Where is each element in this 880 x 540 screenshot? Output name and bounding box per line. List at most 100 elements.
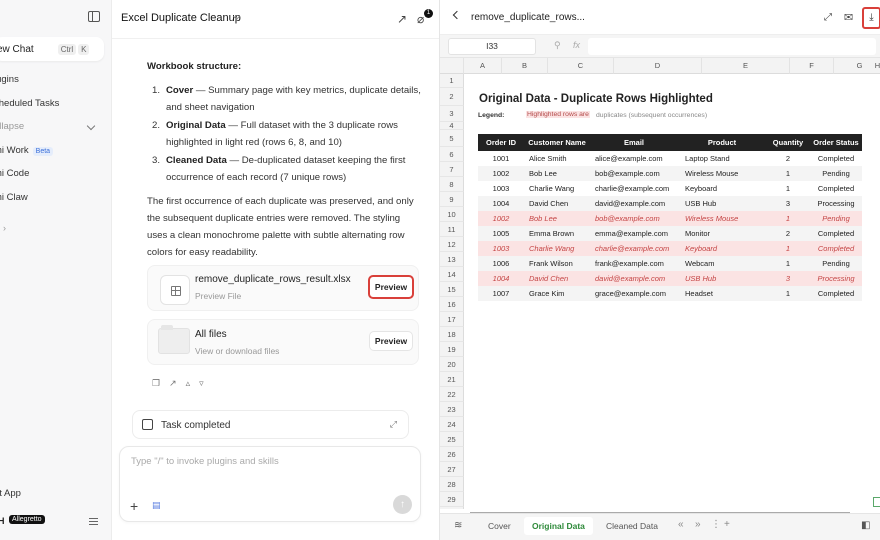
table-cell[interactable]: emma@example.com	[590, 226, 678, 241]
table-cell[interactable]: david@example.com	[590, 196, 678, 211]
table-cell[interactable]: Emma Brown	[524, 226, 590, 241]
thumbs-up-icon[interactable]: ▵	[186, 378, 191, 389]
table-cell[interactable]: Bob Lee	[524, 166, 590, 181]
table-cell[interactable]: Pending	[810, 256, 862, 271]
sidebar-item-work[interactable]: mi WorkBeta	[0, 145, 54, 156]
menu-icon[interactable]	[89, 518, 98, 525]
thumbs-down-icon[interactable]: ▿	[199, 378, 204, 389]
row-header[interactable]: 29	[440, 492, 464, 507]
preview-button[interactable]: Preview	[368, 275, 414, 299]
table-cell[interactable]: Keyboard	[678, 241, 766, 256]
share-icon[interactable]: ↗	[397, 12, 407, 26]
row-header[interactable]: 22	[440, 387, 464, 402]
row-header[interactable]: 18	[440, 327, 464, 342]
table-cell[interactable]: 2	[766, 226, 810, 241]
table-cell[interactable]: bob@example.com	[590, 211, 678, 226]
table-cell[interactable]: USB Hub	[678, 196, 766, 211]
column-header[interactable]: B	[502, 58, 548, 74]
table-cell[interactable]: 1003	[478, 241, 524, 256]
table-cell[interactable]: Completed	[810, 181, 862, 196]
file-card[interactable]: remove_duplicate_rows_result.xlsx Previe…	[147, 265, 419, 311]
row-header[interactable]: 25	[440, 432, 464, 447]
table-cell[interactable]: 1007	[478, 286, 524, 301]
table-cell[interactable]: 1	[766, 256, 810, 271]
table-cell[interactable]: Webcam	[678, 256, 766, 271]
table-cell[interactable]: 3	[766, 196, 810, 211]
table-cell[interactable]: Pending	[810, 211, 862, 226]
prev-tab-icon[interactable]: «	[678, 519, 684, 530]
sidebar-item-plugins[interactable]: lugins	[0, 74, 19, 85]
row-header[interactable]: 12	[440, 237, 464, 252]
tab-cover[interactable]: Cover	[488, 521, 511, 531]
table-cell[interactable]: 1	[766, 241, 810, 256]
panel-icon[interactable]: ◧	[861, 520, 870, 531]
table-cell[interactable]: 1002	[478, 211, 524, 226]
table-cell[interactable]: Charlie Wang	[524, 181, 590, 196]
attachment-icon[interactable]: ▤	[152, 500, 161, 511]
table-cell[interactable]: 1004	[478, 271, 524, 286]
table-cell[interactable]: Wireless Mouse	[678, 211, 766, 226]
sheet-grid[interactable]: A B C D E F G H 1 2 3 4 5 6 7 8 9 10 11 12 13 14 15 16 1…	[440, 58, 880, 509]
tab-cleaned-data[interactable]: Cleaned Data	[606, 521, 658, 531]
header-cell[interactable]: Order Status	[810, 134, 862, 151]
column-header[interactable]: H	[863, 58, 880, 74]
table-cell[interactable]: Grace Kim	[524, 286, 590, 301]
column-header[interactable]: F	[790, 58, 834, 74]
row-header[interactable]: 6	[440, 147, 464, 162]
sidebar-toggle-icon[interactable]	[88, 11, 100, 22]
row-header[interactable]: 21	[440, 372, 464, 387]
table-cell[interactable]: Headset	[678, 286, 766, 301]
table-cell[interactable]: Wireless Mouse	[678, 166, 766, 181]
formula-input[interactable]	[588, 38, 876, 55]
table-cell[interactable]: 1006	[478, 256, 524, 271]
header-cell[interactable]: Quantity	[766, 134, 810, 151]
header-cell[interactable]: Email	[590, 134, 678, 151]
table-cell[interactable]: 1	[766, 211, 810, 226]
share-small-icon[interactable]: ↗	[169, 378, 177, 389]
next-tab-icon[interactable]: »	[695, 519, 701, 530]
chevron-down-icon[interactable]	[86, 121, 96, 131]
table-cell[interactable]: Keyboard	[678, 181, 766, 196]
table-cell[interactable]: Charlie Wang	[524, 241, 590, 256]
row-header[interactable]: 15	[440, 282, 464, 297]
row-header[interactable]: 3	[440, 106, 464, 122]
row-header[interactable]: 26	[440, 447, 464, 462]
table-cell[interactable]: 1002	[478, 166, 524, 181]
table-cell[interactable]: 1	[766, 166, 810, 181]
get-app-link[interactable]: et App	[0, 488, 21, 499]
new-chat-button[interactable]: ew Chat Ctrl K	[0, 37, 104, 61]
table-cell[interactable]: Alice Smith	[524, 151, 590, 166]
table-cell[interactable]: 1004	[478, 196, 524, 211]
table-cell[interactable]: 1	[766, 181, 810, 196]
table-cell[interactable]: 1001	[478, 151, 524, 166]
row-header[interactable]: 28	[440, 477, 464, 492]
table-cell[interactable]: 2	[766, 151, 810, 166]
table-cell[interactable]: Frank Wilson	[524, 256, 590, 271]
row-header[interactable]: 23	[440, 402, 464, 417]
table-cell[interactable]: alice@example.com	[590, 151, 678, 166]
sidebar-item-claw[interactable]: mi Claw	[0, 192, 28, 203]
row-header[interactable]: 9	[440, 192, 464, 207]
table-cell[interactable]: bob@example.com	[590, 166, 678, 181]
table-cell[interactable]: david@example.com	[590, 271, 678, 286]
table-cell[interactable]: 1003	[478, 181, 524, 196]
table-cell[interactable]: Completed	[810, 286, 862, 301]
mail-icon[interactable]: ✉	[844, 11, 853, 24]
row-header[interactable]: 7	[440, 162, 464, 177]
row-header[interactable]: 19	[440, 342, 464, 357]
table-cell[interactable]: charlie@example.com	[590, 241, 678, 256]
table-cell[interactable]: Laptop Stand	[678, 151, 766, 166]
table-cell[interactable]: David Chen	[524, 271, 590, 286]
tab-original-data[interactable]: Original Data	[524, 517, 593, 535]
chevron-right-icon[interactable]: ›	[3, 223, 6, 233]
expand-icon[interactable]: ⤢	[824, 12, 832, 23]
column-header[interactable]: C	[548, 58, 614, 74]
copy-icon[interactable]: ❐	[152, 378, 160, 389]
table-cell[interactable]: 1005	[478, 226, 524, 241]
sidebar-item-collapse[interactable]: ollapse	[0, 121, 24, 132]
table-cell[interactable]: Completed	[810, 151, 862, 166]
row-header[interactable]: 24	[440, 417, 464, 432]
download-icon[interactable]: ⤓	[862, 7, 880, 29]
row-header[interactable]: 27	[440, 462, 464, 477]
row-header[interactable]: 10	[440, 207, 464, 222]
